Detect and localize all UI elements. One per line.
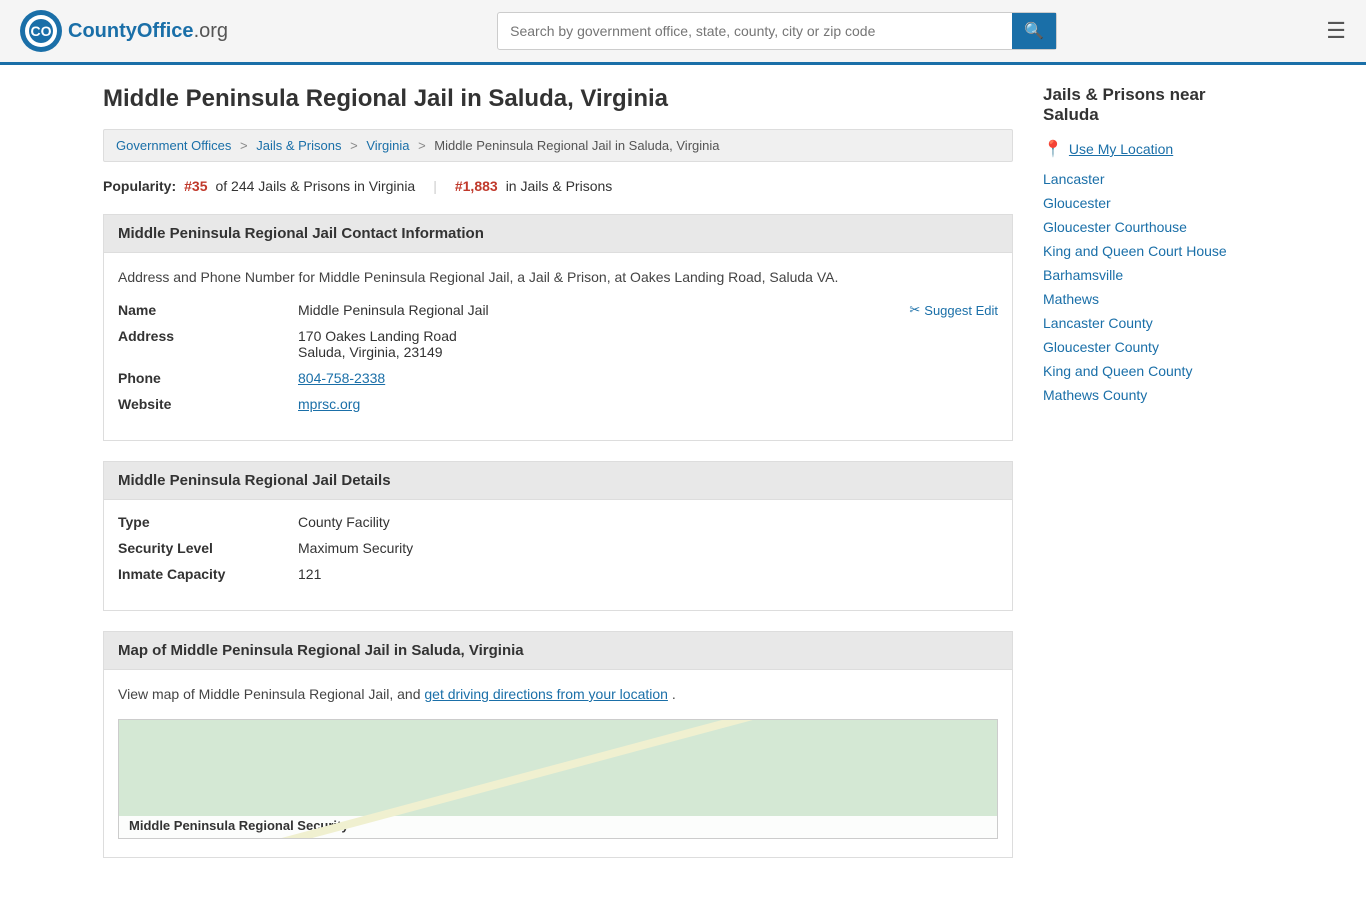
map-section-header: Map of Middle Peninsula Regional Jail in… — [103, 631, 1013, 669]
sidebar-list-item: King and Queen County — [1043, 363, 1263, 379]
type-label: Type — [118, 514, 298, 530]
address-row: Address 170 Oakes Landing Road Saluda, V… — [118, 328, 998, 360]
sidebar-list-item: Lancaster County — [1043, 315, 1263, 331]
search-input[interactable] — [498, 15, 1012, 47]
map-desc-end: . — [672, 686, 676, 702]
page-title: Middle Peninsula Regional Jail in Saluda… — [103, 85, 1013, 113]
type-row: Type County Facility — [118, 514, 998, 530]
contact-section-header: Middle Peninsula Regional Jail Contact I… — [103, 214, 1013, 252]
sidebar-link-7[interactable]: Gloucester County — [1043, 339, 1159, 355]
map-placeholder[interactable]: Middle Peninsula Regional Security — [118, 719, 998, 839]
capacity-label: Inmate Capacity — [118, 566, 298, 582]
popularity-label: Popularity: — [103, 178, 176, 194]
breadcrumb-sep-3: > — [418, 138, 426, 153]
contact-section-body: Address and Phone Number for Middle Peni… — [103, 252, 1013, 441]
name-value: Middle Peninsula Regional Jail — [298, 302, 489, 318]
sidebar-list-item: Gloucester County — [1043, 339, 1263, 355]
contact-description: Address and Phone Number for Middle Peni… — [118, 267, 998, 288]
website-value: mprsc.org — [298, 396, 360, 412]
popularity-rank-number: #35 — [184, 178, 207, 194]
breadcrumb-link-2[interactable]: Jails & Prisons — [256, 138, 341, 153]
logo-area: CO CountyOffice.org — [20, 10, 228, 52]
breadcrumb-sep-2: > — [350, 138, 358, 153]
details-section-header: Middle Peninsula Regional Jail Details — [103, 461, 1013, 499]
sidebar-list-item: Barhamsville — [1043, 267, 1263, 283]
sidebar-title: Jails & Prisons near Saluda — [1043, 85, 1263, 125]
sidebar-location: 📍 Use My Location — [1043, 139, 1263, 159]
content-area: Middle Peninsula Regional Jail in Saluda… — [103, 85, 1013, 878]
sidebar-link-5[interactable]: Mathews — [1043, 291, 1099, 307]
phone-value: 804-758-2338 — [298, 370, 385, 386]
driving-directions-link[interactable]: get driving directions from your locatio… — [424, 686, 668, 702]
map-section: Map of Middle Peninsula Regional Jail in… — [103, 631, 1013, 858]
breadcrumb-current: Middle Peninsula Regional Jail in Saluda… — [434, 138, 719, 153]
sidebar-list-item: King and Queen Court House — [1043, 243, 1263, 259]
sidebar-link-2[interactable]: Gloucester Courthouse — [1043, 219, 1187, 235]
breadcrumb: Government Offices > Jails & Prisons > V… — [103, 129, 1013, 162]
search-icon: 🔍 — [1024, 23, 1044, 40]
contact-section: Middle Peninsula Regional Jail Contact I… — [103, 214, 1013, 441]
site-header: CO CountyOffice.org 🔍 ☰ — [0, 0, 1366, 65]
security-row: Security Level Maximum Security — [118, 540, 998, 556]
details-section-body: Type County Facility Security Level Maxi… — [103, 499, 1013, 611]
map-background — [119, 720, 997, 816]
svg-text:CO: CO — [31, 23, 52, 39]
popularity-bar: Popularity: #35 of 244 Jails & Prisons i… — [103, 178, 1013, 194]
capacity-row: Inmate Capacity 121 — [118, 566, 998, 582]
logo-text: CountyOffice.org — [68, 20, 228, 43]
edit-icon: ✂ — [909, 302, 920, 318]
popularity-rank-text: of 244 Jails & Prisons in Virginia — [215, 178, 415, 194]
address-value: 170 Oakes Landing Road Saluda, Virginia,… — [298, 328, 457, 360]
popularity-rank2-text: in Jails & Prisons — [506, 178, 613, 194]
phone-row: Phone 804-758-2338 — [118, 370, 998, 386]
suggest-edit-label: Suggest Edit — [924, 303, 998, 318]
sidebar-link-1[interactable]: Gloucester — [1043, 195, 1111, 211]
security-value: Maximum Security — [298, 540, 413, 556]
popularity-separator: | — [433, 178, 437, 194]
address-label: Address — [118, 328, 298, 344]
name-left: Name Middle Peninsula Regional Jail — [118, 302, 489, 318]
contact-name-row: Name Middle Peninsula Regional Jail ✂ Su… — [118, 302, 998, 318]
location-pin-icon: 📍 — [1043, 139, 1063, 159]
sidebar-link-3[interactable]: King and Queen Court House — [1043, 243, 1227, 259]
website-row: Website mprsc.org — [118, 396, 998, 412]
suggest-edit-link[interactable]: ✂ Suggest Edit — [909, 302, 998, 318]
breadcrumb-link-3[interactable]: Virginia — [366, 138, 409, 153]
use-my-location-link[interactable]: Use My Location — [1069, 141, 1173, 157]
breadcrumb-sep-1: > — [240, 138, 248, 153]
sidebar-link-6[interactable]: Lancaster County — [1043, 315, 1153, 331]
sidebar: Jails & Prisons near Saluda 📍 Use My Loc… — [1043, 85, 1263, 878]
address-line2: Saluda, Virginia, 23149 — [298, 344, 457, 360]
sidebar-list-item: Mathews County — [1043, 387, 1263, 403]
type-value: County Facility — [298, 514, 390, 530]
sidebar-link-8[interactable]: King and Queen County — [1043, 363, 1192, 379]
sidebar-list-item: Gloucester — [1043, 195, 1263, 211]
map-section-body: View map of Middle Peninsula Regional Ja… — [103, 669, 1013, 858]
search-button[interactable]: 🔍 — [1012, 13, 1056, 49]
details-section: Middle Peninsula Regional Jail Details T… — [103, 461, 1013, 611]
sidebar-links: Lancaster Gloucester Gloucester Courthouse… — [1043, 171, 1263, 403]
website-label: Website — [118, 396, 298, 412]
sidebar-list-item: Gloucester Courthouse — [1043, 219, 1263, 235]
search-area: 🔍 — [497, 12, 1057, 50]
address-line1: 170 Oakes Landing Road — [298, 328, 457, 344]
capacity-value: 121 — [298, 566, 321, 582]
popularity-rank2-number: #1,883 — [455, 178, 498, 194]
map-desc-text: View map of Middle Peninsula Regional Ja… — [118, 686, 420, 702]
menu-icon[interactable]: ☰ — [1326, 18, 1346, 44]
logo-icon: CO — [20, 10, 62, 52]
sidebar-link-9[interactable]: Mathews County — [1043, 387, 1147, 403]
website-link[interactable]: mprsc.org — [298, 396, 360, 412]
phone-link[interactable]: 804-758-2338 — [298, 370, 385, 386]
phone-label: Phone — [118, 370, 298, 386]
sidebar-link-4[interactable]: Barhamsville — [1043, 267, 1123, 283]
map-description: View map of Middle Peninsula Regional Ja… — [118, 684, 998, 705]
sidebar-list-item: Lancaster — [1043, 171, 1263, 187]
name-label: Name — [118, 302, 298, 318]
sidebar-link-0[interactable]: Lancaster — [1043, 171, 1104, 187]
main-container: Middle Peninsula Regional Jail in Saluda… — [83, 65, 1283, 898]
security-label: Security Level — [118, 540, 298, 556]
sidebar-list-item: Mathews — [1043, 291, 1263, 307]
breadcrumb-link-1[interactable]: Government Offices — [116, 138, 231, 153]
